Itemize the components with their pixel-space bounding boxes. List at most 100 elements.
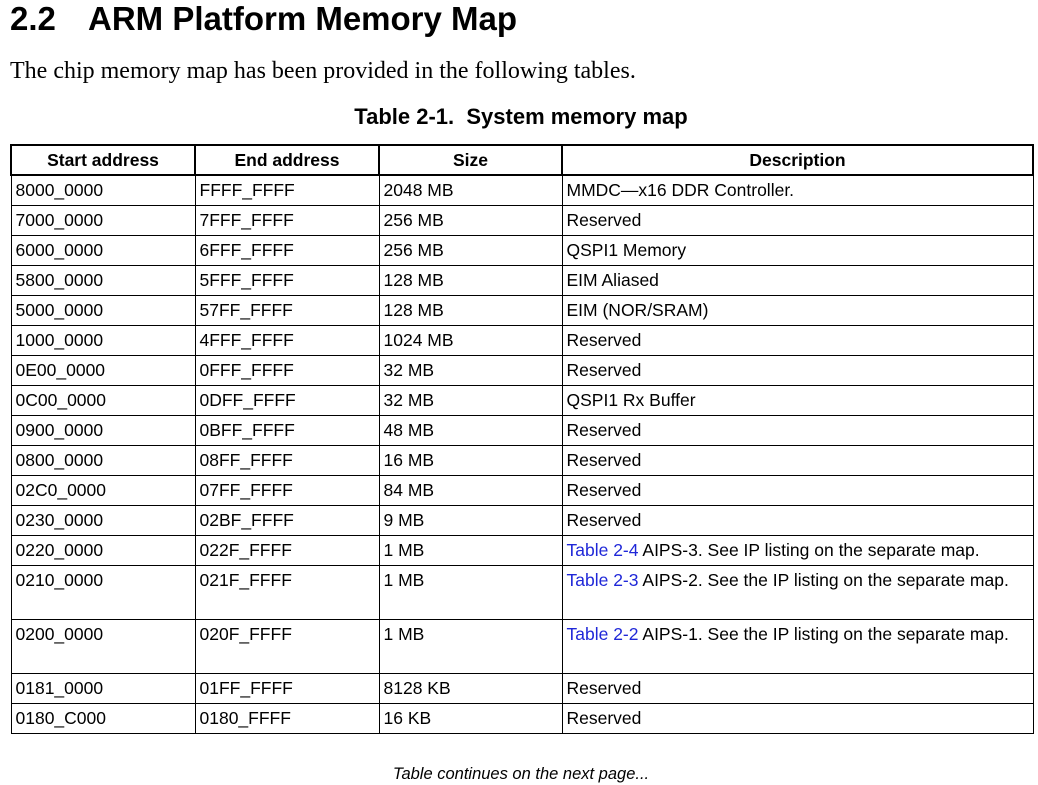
description-cell: Reserved: [561, 673, 1034, 704]
table-row: 0C00_0000 0DFF_FFFF 32 MB QSPI1 Rx Buffer: [10, 385, 1034, 416]
end-address-cell: 07FF_FFFF: [194, 475, 380, 506]
description-cell: Reserved: [561, 505, 1034, 536]
description-text: Reserved: [566, 708, 642, 728]
size-cell: 1024 MB: [378, 325, 563, 356]
column-header-description: Description: [561, 144, 1034, 176]
description-cell: Table 2-4 AIPS-3. See IP listing on the …: [561, 535, 1034, 566]
start-address-cell: 0E00_0000: [10, 355, 196, 386]
table-row: 0180_C000 0180_FFFF 16 KB Reserved: [10, 703, 1034, 734]
size-cell: 84 MB: [378, 475, 563, 506]
description-cell: Table 2-3 AIPS-2. See the IP listing on …: [561, 565, 1034, 620]
description-cell: Reserved: [561, 355, 1034, 386]
end-address-cell: 5FFF_FFFF: [194, 265, 380, 296]
description-text: Reserved: [566, 210, 642, 230]
description-cell: Table 2-2 AIPS-1. See the IP listing on …: [561, 619, 1034, 674]
size-cell: 16 MB: [378, 445, 563, 476]
description-text: QSPI1 Memory: [566, 240, 687, 260]
start-address-cell: 0220_0000: [10, 535, 196, 566]
start-address-cell: 0C00_0000: [10, 385, 196, 416]
table-row: 0900_0000 0BFF_FFFF 48 MB Reserved: [10, 415, 1034, 446]
end-address-cell: 6FFF_FFFF: [194, 235, 380, 266]
start-address-cell: 0180_C000: [10, 703, 196, 734]
table-row: 0220_0000 022F_FFFF 1 MB Table 2-4 AIPS-3. …: [10, 535, 1034, 566]
end-address-cell: 0180_FFFF: [194, 703, 380, 734]
description-text: AIPS-1. See the IP listing on the separa…: [638, 624, 1009, 644]
table-row: 02C0_0000 07FF_FFFF 84 MB Reserved: [10, 475, 1034, 506]
start-address-cell: 5000_0000: [10, 295, 196, 326]
size-cell: 256 MB: [378, 205, 563, 236]
size-cell: 32 MB: [378, 355, 563, 386]
column-header-start-address: Start address: [10, 144, 196, 176]
start-address-cell: 0230_0000: [10, 505, 196, 536]
description-text: AIPS-2. See the IP listing on the separa…: [638, 570, 1009, 590]
end-address-cell: 08FF_FFFF: [194, 445, 380, 476]
description-text: Reserved: [566, 360, 642, 380]
description-text: QSPI1 Rx Buffer: [566, 390, 696, 410]
end-address-cell: 0FFF_FFFF: [194, 355, 380, 386]
table-row: 0181_0000 01FF_FFFF 8128 KB Reserved: [10, 673, 1034, 704]
table-row: 0E00_0000 0FFF_FFFF 32 MB Reserved: [10, 355, 1034, 386]
table-row: 1000_0000 4FFF_FFFF 1024 MB Reserved: [10, 325, 1034, 356]
size-cell: 32 MB: [378, 385, 563, 416]
end-address-cell: 7FFF_FFFF: [194, 205, 380, 236]
description-text: AIPS-3. See IP listing on the separate m…: [638, 540, 980, 560]
table-row: 0230_0000 02BF_FFFF 9 MB Reserved: [10, 505, 1034, 536]
description-cell: QSPI1 Memory: [561, 235, 1034, 266]
table-row: 0200_0000 020F_FFFF 1 MB Table 2-2 AIPS-1. …: [10, 619, 1034, 674]
description-cell: QSPI1 Rx Buffer: [561, 385, 1034, 416]
end-address-cell: 020F_FFFF: [194, 619, 380, 674]
description-cell: Reserved: [561, 415, 1034, 446]
table-body: 8000_0000 FFFF_FFFF 2048 MB MMDC—x16 DDR Co…: [10, 174, 1034, 734]
description-cell: Reserved: [561, 475, 1034, 506]
start-address-cell: 7000_0000: [10, 205, 196, 236]
description-cell: EIM (NOR/SRAM): [561, 295, 1034, 326]
start-address-cell: 1000_0000: [10, 325, 196, 356]
start-address-cell: 0200_0000: [10, 619, 196, 674]
end-address-cell: 57FF_FFFF: [194, 295, 380, 326]
end-address-cell: 0DFF_FFFF: [194, 385, 380, 416]
description-text: Reserved: [566, 450, 642, 470]
end-address-cell: 02BF_FFFF: [194, 505, 380, 536]
start-address-cell: 0800_0000: [10, 445, 196, 476]
description-text: EIM (NOR/SRAM): [566, 300, 709, 320]
size-cell: 2048 MB: [378, 174, 563, 206]
table-continues-note: Table continues on the next page...: [392, 765, 650, 783]
size-cell: 1 MB: [378, 619, 563, 674]
size-cell: 128 MB: [378, 265, 563, 296]
section-title: ARM Platform Memory Map: [88, 0, 518, 37]
start-address-cell: 6000_0000: [10, 235, 196, 266]
description-cell: Reserved: [561, 325, 1034, 356]
table-cross-reference-link[interactable]: Table 2-2: [567, 624, 639, 644]
description-text: Reserved: [566, 420, 642, 440]
end-address-cell: FFFF_FFFF: [194, 174, 380, 206]
table-row: 0800_0000 08FF_FFFF 16 MB Reserved: [10, 445, 1034, 476]
table-cross-reference-link[interactable]: Table 2-3: [567, 570, 639, 590]
description-cell: Reserved: [561, 703, 1034, 734]
end-address-cell: 021F_FFFF: [194, 565, 380, 620]
column-header-size: Size: [378, 144, 563, 176]
header-row: Start address End address Size Descripti…: [10, 144, 1034, 176]
start-address-cell: 0900_0000: [10, 415, 196, 446]
size-cell: 128 MB: [378, 295, 563, 326]
section-heading: 2.2 ARM Platform Memory Map: [10, 0, 517, 38]
table-row: 0210_0000 021F_FFFF 1 MB Table 2-3 AIPS-2. …: [10, 565, 1034, 620]
size-cell: 16 KB: [378, 703, 563, 734]
memory-map-table: Start address End address Size Descripti…: [10, 144, 1034, 734]
size-cell: 1 MB: [378, 535, 563, 566]
table-row: 6000_0000 6FFF_FFFF 256 MB QSPI1 Memory: [10, 235, 1034, 266]
table-row: 5800_0000 5FFF_FFFF 128 MB EIM Aliased: [10, 265, 1034, 296]
description-text: Reserved: [566, 330, 642, 350]
description-cell: Reserved: [561, 205, 1034, 236]
start-address-cell: 02C0_0000: [10, 475, 196, 506]
description-cell: Reserved: [561, 445, 1034, 476]
size-cell: 9 MB: [378, 505, 563, 536]
end-address-cell: 4FFF_FFFF: [194, 325, 380, 356]
description-text: EIM Aliased: [566, 270, 659, 290]
size-cell: 48 MB: [378, 415, 563, 446]
description-text: Reserved: [566, 678, 642, 698]
table-cross-reference-link[interactable]: Table 2-4: [567, 540, 639, 560]
size-cell: 256 MB: [378, 235, 563, 266]
description-text: Reserved: [566, 480, 642, 500]
description-text: MMDC—x16 DDR Controller.: [566, 180, 795, 200]
end-address-cell: 0BFF_FFFF: [194, 415, 380, 446]
